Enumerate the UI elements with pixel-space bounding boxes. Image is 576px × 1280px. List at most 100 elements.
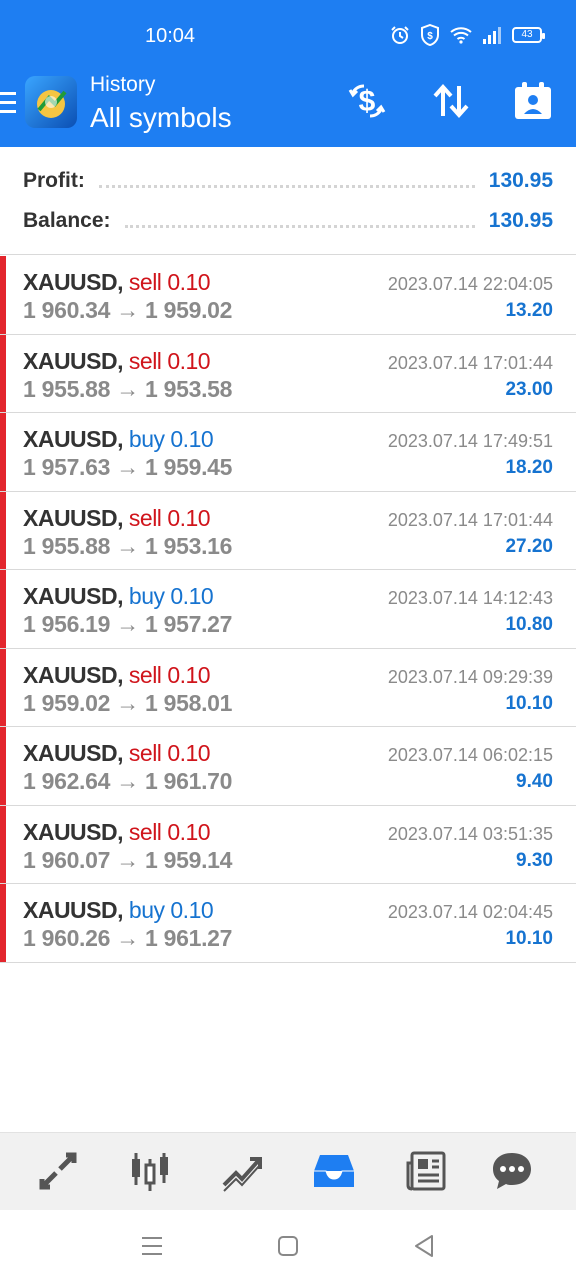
trade-row[interactable]: XAUUSD, sell 0.10 1 960.34 → 1 959.02 2023… [0, 256, 576, 335]
trade-profit: 13.20 [505, 300, 553, 321]
system-nav-bar [0, 1210, 576, 1280]
alarm-icon [391, 26, 409, 44]
trade-row[interactable]: XAUUSD, sell 0.10 1 960.07 → 1 959.14 2023… [0, 805, 576, 884]
trade-history-list: XAUUSD, sell 0.10 1 960.34 → 1 959.02 2023… [0, 256, 576, 963]
page-title[interactable]: All symbols [90, 102, 232, 134]
trade-icon[interactable] [218, 1147, 266, 1195]
account-summary: Profit: 130.95 Balance: 130.95 [0, 147, 576, 255]
news-icon[interactable] [402, 1147, 450, 1195]
recent-apps-icon[interactable] [138, 1232, 166, 1260]
sort-icon[interactable] [430, 80, 472, 122]
trade-profit: 10.10 [505, 692, 553, 714]
open-price: 1 959.02 [23, 689, 111, 716]
trade-side: sell [128, 347, 162, 374]
trade-datetime: 2023.07.14 09:29:39 [387, 666, 553, 687]
open-price: 1 960.34 [23, 297, 111, 323]
trade-volume: 0.10 [170, 426, 214, 452]
trade-row[interactable]: XAUUSD, sell 0.10 1 959.02 → 1 958.01 2023… [0, 648, 576, 727]
status-icons: $ 43 [390, 24, 545, 46]
trade-datetime: 2023.07.14 14:12:43 [387, 588, 553, 608]
balance-row: Balance: 130.95 [23, 207, 553, 235]
close-price: 1 958.01 [145, 689, 233, 716]
trade-side: sell [128, 661, 162, 688]
trade-side: sell [128, 269, 162, 295]
trade-profit: 10.10 [505, 928, 553, 949]
trade-datetime: 2023.07.14 02:04:45 [387, 902, 553, 922]
home-icon[interactable] [274, 1232, 302, 1260]
trade-prices: 1 955.88 → 1 953.16 [23, 533, 232, 560]
close-price: 1 961.27 [145, 925, 233, 951]
symbol-name: XAUUSD, [23, 504, 124, 531]
history-icon[interactable] [310, 1147, 358, 1195]
arrow-right-icon: → [110, 768, 146, 794]
chat-icon[interactable] [488, 1147, 536, 1195]
profit-label: Profit: [23, 169, 85, 192]
menu-icon[interactable] [0, 92, 16, 114]
symbol-name: XAUUSD, [23, 426, 124, 452]
symbol-name: XAUUSD, [23, 818, 124, 845]
trade-prices: 1 960.07 → 1 959.14 [23, 847, 232, 874]
close-price: 1 959.02 [145, 297, 233, 323]
trade-profit: 10.80 [505, 614, 553, 635]
trade-symbol: XAUUSD, sell 0.10 [23, 269, 211, 296]
close-price: 1 953.58 [145, 375, 233, 402]
trade-volume: 0.10 [167, 347, 211, 374]
trade-volume: 0.10 [167, 504, 211, 531]
trade-profit: 9.30 [516, 849, 553, 871]
close-price: 1 953.16 [145, 532, 233, 559]
trade-row[interactable]: XAUUSD, buy 0.10 1 960.26 → 1 961.27 2023.… [0, 884, 576, 963]
trade-volume: 0.10 [167, 661, 211, 688]
trade-row[interactable]: XAUUSD, buy 0.10 1 956.19 → 1 957.27 2023.… [0, 570, 576, 649]
trade-prices: 1 955.88 → 1 953.58 [23, 376, 232, 403]
trade-symbol: XAUUSD, buy 0.10 [23, 897, 214, 924]
trade-row[interactable]: XAUUSD, sell 0.10 1 955.88 → 1 953.16 2023… [0, 491, 576, 570]
trade-profit: 18.20 [505, 457, 553, 478]
trade-indicator-bar [0, 648, 6, 726]
trade-side: buy [128, 897, 165, 923]
trade-row[interactable]: XAUUSD, buy 0.10 1 957.63 → 1 959.45 2023.… [0, 413, 576, 492]
open-price: 1 955.88 [23, 532, 111, 559]
trade-volume: 0.10 [170, 583, 214, 609]
trade-symbol: XAUUSD, sell 0.10 [23, 504, 211, 532]
balance-value: 130.95 [488, 209, 553, 232]
chart-icon[interactable] [126, 1147, 174, 1195]
arrow-right-icon: → [110, 454, 146, 480]
shield-dollar-icon: $ [421, 24, 439, 46]
close-price: 1 961.70 [145, 768, 233, 794]
app-header: 10:04 $ 43 History All symbols $ [0, 0, 576, 147]
quotes-icon[interactable] [34, 1147, 82, 1195]
trade-prices: 1 959.02 → 1 958.01 [23, 690, 232, 717]
trade-datetime: 2023.07.14 17:01:44 [387, 352, 553, 373]
dotted-leader [98, 174, 475, 188]
status-time: 10:04 [145, 25, 196, 47]
app-logo [25, 76, 77, 128]
trade-prices: 1 956.19 → 1 957.27 [23, 611, 232, 638]
open-price: 1 956.19 [23, 611, 111, 637]
symbol-name: XAUUSD, [23, 347, 124, 374]
close-price: 1 959.14 [145, 846, 233, 873]
trade-row[interactable]: XAUUSD, sell 0.10 1 962.64 → 1 961.70 2023… [0, 727, 576, 806]
bottom-nav [0, 1132, 576, 1210]
trade-symbol: XAUUSD, buy 0.10 [23, 426, 214, 453]
trade-prices: 1 960.34 → 1 959.02 [23, 297, 232, 324]
trade-indicator-bar [0, 334, 6, 412]
header-subtitle: History [90, 73, 156, 96]
trade-row[interactable]: XAUUSD, sell 0.10 1 955.88 → 1 953.58 2023… [0, 334, 576, 413]
close-price: 1 959.45 [145, 454, 233, 480]
trade-indicator-bar [0, 570, 6, 648]
open-price: 1 955.88 [23, 375, 111, 402]
currency-exchange-icon[interactable]: $ [346, 80, 388, 122]
trade-symbol: XAUUSD, buy 0.10 [23, 583, 214, 610]
trade-symbol: XAUUSD, sell 0.10 [23, 740, 211, 767]
trade-datetime: 2023.07.14 03:51:35 [387, 823, 553, 844]
trade-symbol: XAUUSD, sell 0.10 [23, 347, 211, 375]
trade-datetime: 2023.07.14 17:01:44 [387, 509, 553, 530]
arrow-right-icon: → [110, 532, 146, 559]
back-icon[interactable] [410, 1232, 438, 1260]
trade-side: buy [128, 583, 165, 609]
calendar-icon[interactable] [512, 80, 554, 122]
trade-datetime: 2023.07.14 06:02:15 [387, 745, 553, 765]
symbol-name: XAUUSD, [23, 661, 124, 688]
trade-volume: 0.10 [167, 818, 211, 845]
arrow-right-icon: → [110, 297, 146, 323]
